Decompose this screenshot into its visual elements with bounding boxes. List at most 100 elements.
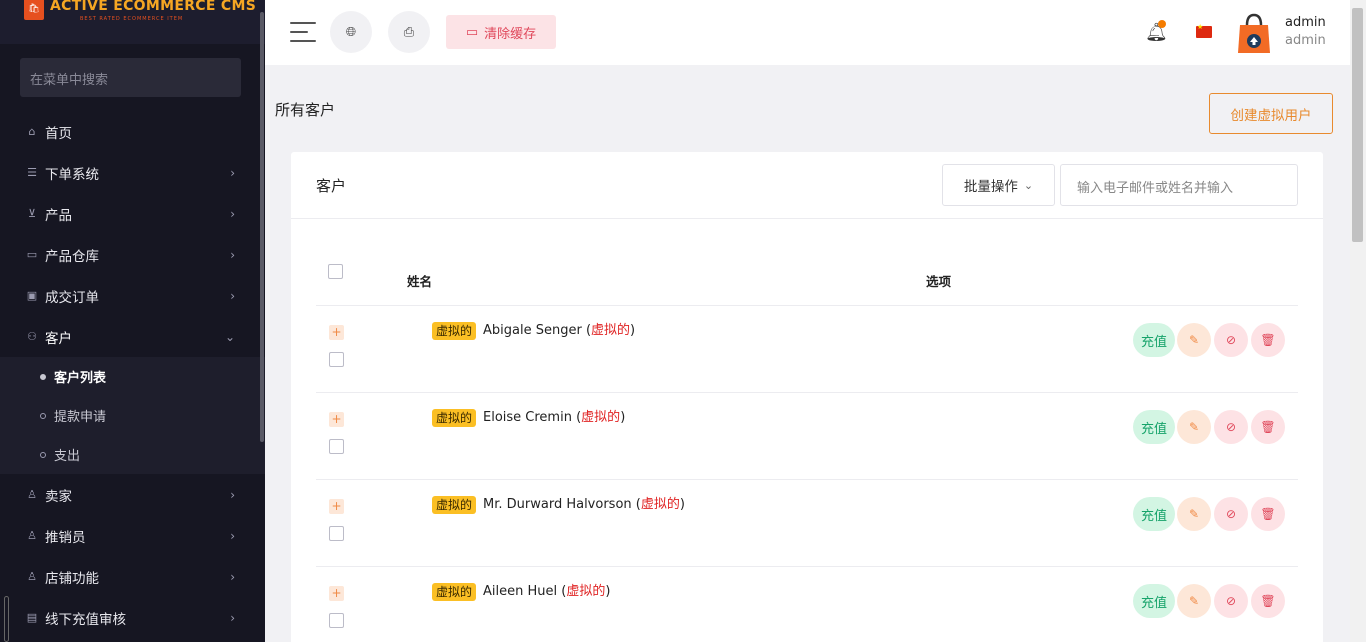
table-row: + 虚拟的 Mr. Durward Halvorson (虚拟的) 充值 ✎ ⊘…: [316, 480, 1298, 567]
user-role: admin: [1285, 33, 1326, 48]
virtual-badge: 虚拟的: [432, 322, 477, 340]
recharge-button[interactable]: 充值: [1133, 497, 1175, 531]
customers-card: 客户 批量操作 ⌄ 输入电子邮件或姓名并输入 姓名 选项 + 虚拟的 Abiga…: [291, 152, 1323, 642]
expand-row-icon[interactable]: +: [329, 325, 344, 340]
sidebar-subitem-label: 提款申请: [54, 410, 107, 425]
shopping-bag-logo-icon: 🛍: [24, 0, 44, 20]
sidebar-item-order-system[interactable]: ☰ 下单系统 ›: [0, 152, 265, 193]
bullet-icon: [40, 412, 46, 419]
expand-row-icon[interactable]: +: [329, 412, 344, 427]
brand-title: ACTIVE ECOMMERCE CMS: [50, 0, 257, 14]
sidebar-item-orders[interactable]: ▣ 成交订单 ›: [0, 275, 265, 316]
trash-icon[interactable]: 🗑︎: [1251, 323, 1285, 357]
table-header: [316, 252, 1298, 306]
users-icon: ⚇: [27, 329, 37, 343]
virtual-badge: 虚拟的: [432, 583, 477, 601]
sidebar-item-label: 卖家: [45, 488, 72, 505]
page-scrollbar-thumb[interactable]: [1352, 8, 1363, 242]
archive-icon: ▭: [26, 247, 38, 261]
sidebar-item-warehouse[interactable]: ▭ 产品仓库 ›: [0, 234, 265, 275]
select-all-checkbox[interactable]: [328, 264, 343, 279]
customer-name: Mr. Durward Halvorson (虚拟的): [483, 497, 685, 512]
clear-cache-button[interactable]: ▭ 清除缓存: [446, 15, 556, 49]
customers-submenu: 客户列表 提款申请 支出: [0, 357, 265, 474]
edit-icon[interactable]: ✎: [1177, 584, 1211, 618]
trash-icon[interactable]: 🗑︎: [1251, 410, 1285, 444]
sidebar-item-label: 线下充值审核: [45, 611, 126, 628]
sidebar-item-label: 下单系统: [45, 166, 99, 183]
column-header-name: 姓名: [407, 274, 433, 289]
edit-icon[interactable]: ✎: [1177, 410, 1211, 444]
sidebar-item-products[interactable]: ⊻ 产品 ›: [0, 193, 265, 234]
card-header: 客户 批量操作 ⌄ 输入电子邮件或姓名并输入: [291, 152, 1323, 219]
sidebar-item-label: 客户: [45, 330, 72, 347]
list-icon: ☰: [27, 165, 37, 179]
globe-icon[interactable]: 🌐︎: [330, 11, 372, 53]
sidebar-subitem-expenses[interactable]: 支出: [0, 435, 265, 474]
expand-row-icon[interactable]: +: [329, 499, 344, 514]
customer-search-input[interactable]: 输入电子邮件或姓名并输入: [1060, 164, 1298, 206]
row-checkbox[interactable]: [329, 439, 344, 454]
customer-name: Eloise Cremin (虚拟的): [483, 410, 626, 425]
bulk-action-dropdown[interactable]: 批量操作 ⌄: [942, 164, 1055, 206]
chevron-right-icon: ›: [230, 289, 235, 303]
recharge-button[interactable]: 充值: [1133, 323, 1175, 357]
sidebar-subitem-label: 客户列表: [54, 371, 107, 386]
brand[interactable]: 🛍 ACTIVE ECOMMERCE CMS BEST RATED ECOMME…: [0, 0, 265, 44]
sidebar-item-customers[interactable]: ⚇ 客户 ⌄: [0, 316, 265, 357]
trash-icon[interactable]: 🗑︎: [1251, 497, 1285, 531]
ban-user-icon[interactable]: ⊘: [1214, 584, 1248, 618]
expand-row-icon[interactable]: +: [329, 586, 344, 601]
row-checkbox[interactable]: [329, 352, 344, 367]
user-icon: ♙: [27, 569, 37, 583]
sidebar-item-home[interactable]: ⌂ 首页: [0, 111, 265, 152]
menu-toggle-icon[interactable]: [290, 22, 316, 44]
sidebar-item-sellers[interactable]: ♙ 卖家 ›: [0, 474, 265, 515]
ban-user-icon[interactable]: ⊘: [1214, 497, 1248, 531]
sidebar-subitem-customer-list[interactable]: 客户列表: [0, 357, 265, 396]
china-flag-icon[interactable]: [1196, 23, 1212, 38]
user-icon: ♙: [27, 487, 37, 501]
printer-icon[interactable]: ⎙: [388, 11, 430, 53]
ban-user-icon[interactable]: ⊘: [1214, 323, 1248, 357]
card-title: 客户: [316, 177, 347, 195]
sidebar-item-offline-recharge[interactable]: ▤ 线下充值审核 ›: [0, 597, 265, 638]
drive-icon: ▭: [465, 24, 479, 40]
notification-dot: [1158, 20, 1166, 28]
customer-name: Abigale Senger (虚拟的): [483, 323, 636, 338]
chevron-down-icon: ⌄: [224, 330, 235, 344]
trash-icon[interactable]: 🗑︎: [1251, 584, 1285, 618]
sidebar-item-label: 产品: [45, 207, 72, 224]
user-name[interactable]: admin: [1285, 15, 1326, 30]
table-row: + 虚拟的 Eloise Cremin (虚拟的) 充值 ✎ ⊘ 🗑︎: [316, 393, 1298, 480]
create-virtual-user-button[interactable]: 创建虚拟用户: [1209, 93, 1333, 134]
page-title: 所有客户: [275, 101, 336, 119]
table-row: + 虚拟的 Aileen Huel (虚拟的) 充值 ✎ ⊘ 🗑︎: [316, 567, 1298, 642]
virtual-badge: 虚拟的: [432, 409, 477, 427]
sidebar-item-shop-features[interactable]: ♙ 店铺功能 ›: [0, 556, 265, 597]
recharge-button[interactable]: 充值: [1133, 410, 1175, 444]
sidebar-scroll-handle[interactable]: [4, 596, 9, 642]
cart-icon: ⊻: [27, 206, 37, 220]
recharge-button[interactable]: 充值: [1133, 584, 1175, 618]
row-checkbox[interactable]: [329, 613, 344, 628]
brand-subtitle: BEST RATED ECOMMERCE ITEM: [80, 16, 184, 22]
user-icon: ♙: [27, 528, 37, 542]
sidebar-item-salesmen[interactable]: ♙ 推销员 ›: [0, 515, 265, 556]
chevron-right-icon: ›: [230, 570, 235, 584]
chevron-right-icon: ›: [230, 611, 235, 625]
menu-search-input[interactable]: 在菜单中搜索: [20, 58, 241, 97]
row-checkbox[interactable]: [329, 526, 344, 541]
virtual-badge: 虚拟的: [432, 496, 477, 514]
table-row: + 虚拟的 Abigale Senger (虚拟的) 充值 ✎ ⊘ 🗑︎: [316, 306, 1298, 393]
sidebar: 🛍 ACTIVE ECOMMERCE CMS BEST RATED ECOMME…: [0, 0, 265, 642]
edit-icon[interactable]: ✎: [1177, 323, 1211, 357]
avatar[interactable]: [1237, 11, 1271, 55]
sidebar-scrollbar[interactable]: [260, 12, 264, 442]
column-header-options: 选项: [926, 274, 952, 289]
sidebar-subitem-withdraw-requests[interactable]: 提款申请: [0, 396, 265, 435]
ban-user-icon[interactable]: ⊘: [1214, 410, 1248, 444]
ticket-icon: ▣: [26, 288, 38, 302]
topbar: 🌐︎ ⎙ ▭ 清除缓存 🔔︎ admin admin: [265, 0, 1350, 65]
edit-icon[interactable]: ✎: [1177, 497, 1211, 531]
